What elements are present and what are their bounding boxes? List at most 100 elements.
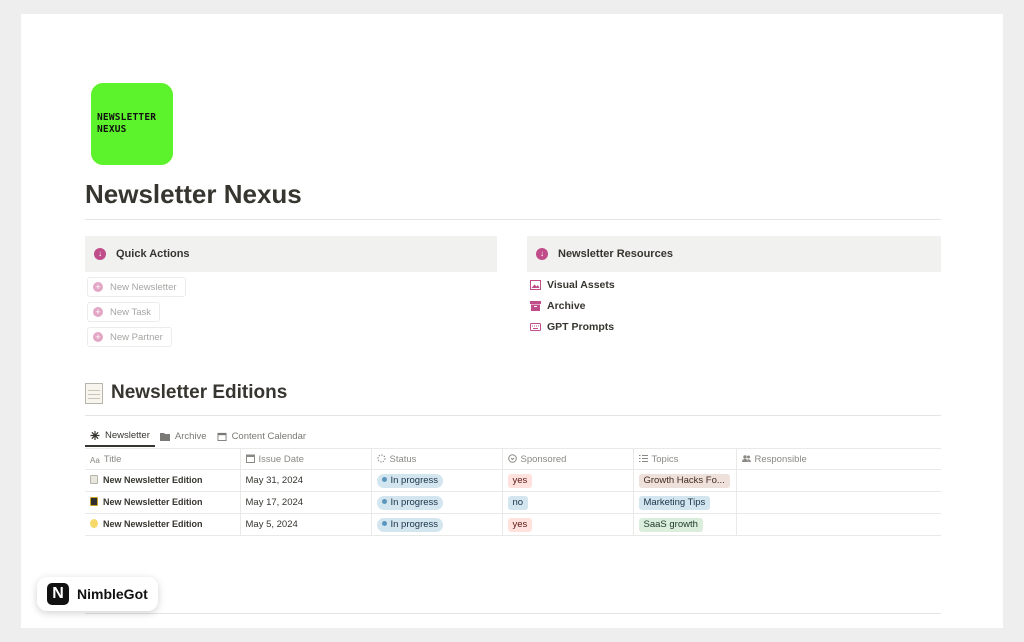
title-cell[interactable]: New Newsletter Edition [85, 513, 241, 536]
row-title: New Newsletter Edition [103, 519, 203, 529]
brand-name: NimbleGot [77, 586, 148, 602]
status-badge: In progress [376, 473, 444, 488]
status-dot [381, 498, 387, 504]
status-text: In progress [390, 518, 439, 530]
sponsored-badge: yes [507, 517, 533, 532]
link-label: Visual Assets [547, 279, 615, 291]
column-header-title[interactable]: Aa Title [85, 448, 241, 470]
logo-line-1: NEWSLETTER [97, 112, 157, 123]
date-cell[interactable]: May 17, 2024 [240, 491, 372, 514]
newsletter-resources-header[interactable]: ↓ Newsletter Resources [527, 236, 941, 272]
header-label: Sponsored [520, 453, 567, 465]
select-icon [507, 453, 517, 463]
status-text: In progress [390, 496, 439, 508]
notebook-icon [90, 497, 98, 506]
header-label: Issue Date [258, 453, 304, 465]
archive-box-icon [530, 301, 541, 311]
quick-actions-header[interactable]: ↓ Quick Actions [85, 236, 497, 272]
column-header-topics[interactable]: Topics [633, 448, 737, 470]
sponsored-cell[interactable]: no [502, 491, 634, 514]
section-divider [85, 415, 941, 416]
quick-actions-title: Quick Actions [116, 248, 190, 260]
status-text: In progress [390, 474, 439, 486]
column-header-issue-date[interactable]: Issue Date [240, 448, 372, 470]
newsletter-resources-title: Newsletter Resources [558, 248, 673, 260]
topics-cell[interactable]: Marketing Tips [633, 491, 737, 514]
responsible-cell[interactable] [736, 513, 941, 536]
tab-newsletter[interactable]: Newsletter [85, 425, 155, 447]
section-title-text: Newsletter Editions [111, 382, 288, 403]
header-label: Status [389, 453, 417, 465]
status-dot [381, 520, 387, 526]
topics-cell[interactable]: SaaS growth [633, 513, 737, 536]
archive-link[interactable]: Archive [530, 300, 586, 312]
table-row[interactable]: New Newsletter Edition May 31, 2024 In p… [85, 469, 941, 492]
notepad-icon [90, 475, 98, 484]
button-label: New Newsletter [110, 281, 177, 293]
sponsored-cell[interactable]: yes [502, 469, 634, 492]
nimblegot-badge[interactable]: N NimbleGot [37, 577, 158, 611]
newsletter-nexus-logo[interactable]: NEWSLETTER NEXUS [91, 83, 173, 165]
status-badge: In progress [376, 517, 444, 532]
sponsored-badge: yes [507, 473, 533, 488]
header-label: Responsible [754, 453, 807, 465]
topic-tag: SaaS growth [638, 517, 703, 532]
title-cell[interactable]: New Newsletter Edition [85, 491, 241, 514]
column-header-responsible[interactable]: Responsible [736, 448, 941, 470]
title-divider [85, 219, 941, 220]
button-label: New Task [110, 306, 152, 318]
status-cell[interactable]: In progress [371, 469, 503, 492]
plus-icon: + [93, 307, 103, 317]
text-type-icon: Aa [90, 455, 100, 465]
topics-cell[interactable]: Growth Hacks Fo... [633, 469, 737, 492]
gpt-prompts-link[interactable]: GPT Prompts [530, 321, 614, 333]
table-header-row: Aa Title Issue Date Status Sponsored Topi… [85, 448, 941, 470]
row-title: New Newsletter Edition [103, 497, 203, 507]
responsible-cell[interactable] [736, 469, 941, 492]
column-header-status[interactable]: Status [371, 448, 503, 470]
responsible-cell[interactable] [736, 491, 941, 514]
calendar-icon [245, 454, 255, 463]
status-cell[interactable]: In progress [371, 491, 503, 514]
title-cell[interactable]: New Newsletter Edition [85, 469, 241, 492]
date-cell[interactable]: May 5, 2024 [240, 513, 372, 536]
topic-tag: Marketing Tips [638, 495, 711, 510]
calendar-icon [217, 432, 227, 441]
nimblegot-logo-icon: N [47, 583, 69, 605]
status-cell[interactable]: In progress [371, 513, 503, 536]
list-icon [638, 454, 648, 462]
logo-line-2: NEXUS [97, 124, 127, 135]
link-label: GPT Prompts [547, 321, 615, 333]
keyboard-icon [530, 323, 541, 331]
new-partner-button[interactable]: + New Partner [87, 327, 172, 347]
button-label: New Partner [110, 331, 163, 343]
arrow-down-circle-icon: ↓ [536, 248, 548, 260]
tab-label: Newsletter [105, 429, 150, 441]
link-label: Archive [547, 300, 586, 312]
date-cell[interactable]: May 31, 2024 [240, 469, 372, 492]
new-task-button[interactable]: + New Task [87, 302, 161, 322]
tab-content-calendar[interactable]: Content Calendar [212, 425, 311, 447]
lightbulb-icon [90, 519, 98, 528]
topic-tag: Growth Hacks Fo... [638, 473, 730, 488]
notepad-icon [85, 382, 103, 404]
editions-table: Aa Title Issue Date Status Sponsored Topi… [85, 448, 941, 536]
page-canvas: NEWSLETTER NEXUS Newsletter Nexus ↓ Quic… [21, 14, 1003, 628]
column-header-sponsored[interactable]: Sponsored [502, 448, 634, 470]
new-newsletter-button[interactable]: + New Newsletter [87, 277, 186, 297]
bottom-divider [85, 613, 941, 614]
plus-icon: + [93, 332, 103, 342]
visual-assets-link[interactable]: Visual Assets [530, 279, 615, 291]
header-label: Topics [651, 453, 679, 465]
sponsored-cell[interactable]: yes [502, 513, 634, 536]
table-row[interactable]: New Newsletter Edition May 17, 2024 In p… [85, 491, 941, 514]
status-spinner-icon [377, 454, 385, 462]
tab-label: Archive [174, 430, 207, 442]
status-badge: In progress [376, 495, 444, 510]
plus-icon: + [93, 282, 103, 292]
tab-archive[interactable]: Archive [155, 425, 212, 447]
row-title: New Newsletter Edition [103, 475, 203, 485]
table-row[interactable]: New Newsletter Edition May 5, 2024 In pr… [85, 513, 941, 536]
header-label: Title [103, 453, 122, 465]
tab-label: Content Calendar [231, 430, 307, 442]
